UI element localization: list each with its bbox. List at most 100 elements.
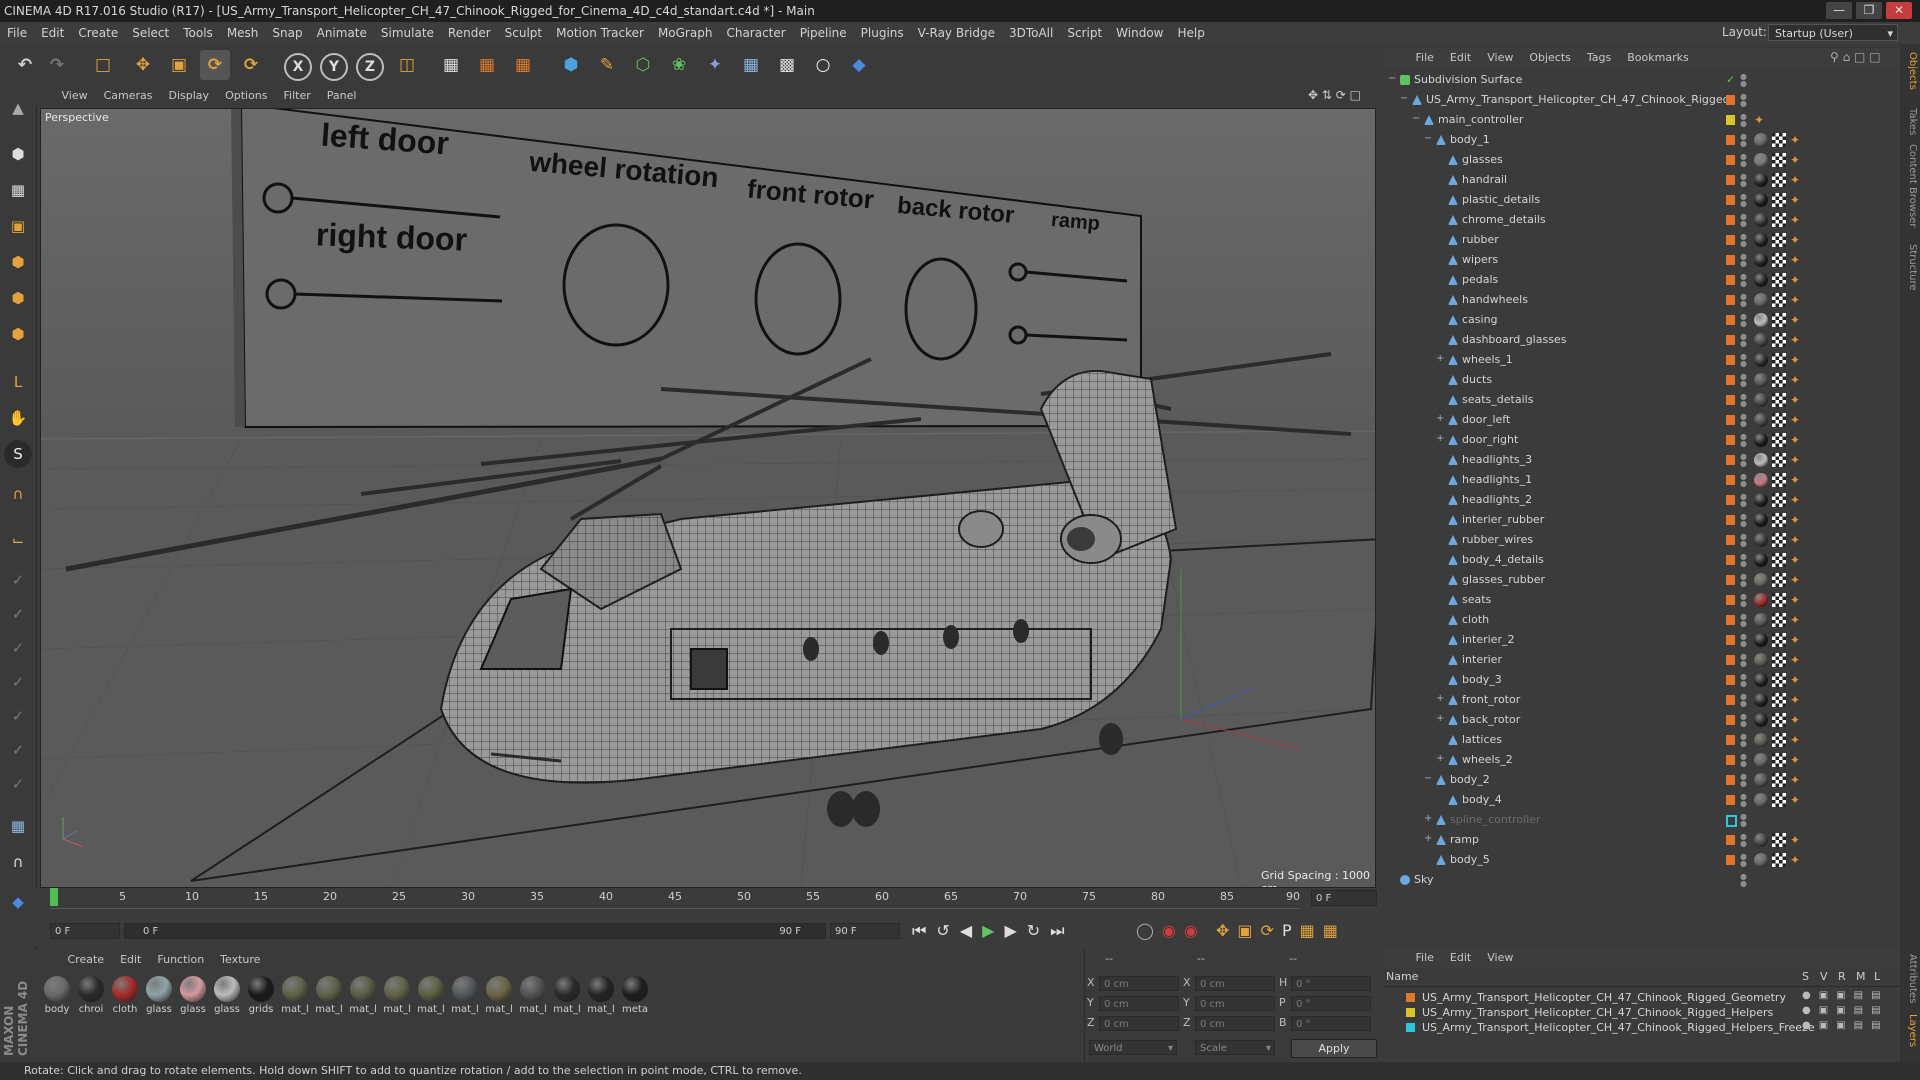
object-row[interactable]: − main_controller ● ● ✦	[1384, 110, 1900, 130]
param-key-icon[interactable]: P	[1282, 921, 1300, 940]
texture-tag-icon[interactable]	[1772, 413, 1786, 427]
texture-tag-icon[interactable]	[1772, 153, 1786, 167]
layer-color-swatch[interactable]	[1726, 95, 1735, 105]
visibility-dots-icon[interactable]: ● ●	[1740, 873, 1747, 888]
viewport-nav-icons[interactable]: ✥ ⇅ ⟳ □	[1308, 88, 1361, 102]
menu-3dtoall[interactable]: 3DToAll	[1002, 22, 1060, 44]
material-tag-icon[interactable]	[1754, 713, 1768, 727]
visibility-dots-icon[interactable]: ● ●	[1740, 173, 1747, 188]
protection-tag-icon[interactable]: ✦	[1790, 153, 1800, 167]
layers-menu-edit[interactable]: Edit	[1442, 948, 1479, 968]
pos-y-field[interactable]: 0 cm	[1099, 996, 1179, 1011]
texture-tag-icon[interactable]	[1772, 633, 1786, 647]
material-swatch[interactable]: body	[42, 976, 72, 1015]
visibility-dots-icon[interactable]: ● ●	[1740, 533, 1747, 548]
material-swatch[interactable]: mat_l	[450, 976, 480, 1015]
objects-menu-objects[interactable]: Objects	[1521, 48, 1579, 68]
object-row[interactable]: rubber_wires ● ● ✦	[1384, 530, 1900, 550]
frame-range-slider[interactable]: 0 F 90 F	[124, 923, 826, 939]
undo-button[interactable]: ↶	[10, 50, 40, 80]
texture-tag-icon[interactable]	[1772, 833, 1786, 847]
layer-color-swatch[interactable]	[1726, 615, 1735, 625]
protection-tag-icon[interactable]: ✦	[1790, 553, 1800, 567]
protection-tag-icon[interactable]: ✦	[1790, 253, 1800, 267]
texture-tag-icon[interactable]	[1772, 773, 1786, 787]
viewport-menu-panel[interactable]: Panel	[319, 86, 365, 106]
object-row[interactable]: body_4 ● ● ✦	[1384, 790, 1900, 810]
material-swatch[interactable]: mat_l	[382, 976, 412, 1015]
model-mode-button[interactable]: ⬢	[4, 140, 32, 168]
apply-button[interactable]: Apply	[1291, 1039, 1377, 1058]
material-swatch[interactable]: mat_l	[484, 976, 514, 1015]
layer-color-swatch[interactable]	[1726, 775, 1735, 785]
floor-button[interactable]: ▦	[736, 50, 766, 80]
layer-color-swatch[interactable]	[1726, 455, 1735, 465]
visibility-dots-icon[interactable]: ● ●	[1740, 193, 1747, 208]
material-tag-icon[interactable]	[1754, 293, 1768, 307]
protection-tag-icon[interactable]: ✦	[1790, 533, 1800, 547]
object-row[interactable]: handwheels ● ● ✦	[1384, 290, 1900, 310]
material-swatch[interactable]: meta	[620, 976, 650, 1015]
visibility-dots-icon[interactable]: ● ●	[1740, 113, 1747, 128]
texture-tag-icon[interactable]	[1772, 373, 1786, 387]
sculpt-tool-3[interactable]: ✓	[4, 634, 32, 662]
material-swatch[interactable]: mat_l	[552, 976, 582, 1015]
rot-p-field[interactable]: 0 °	[1291, 996, 1371, 1011]
size-z-field[interactable]: 0 cm	[1195, 1016, 1275, 1031]
protection-tag-icon[interactable]: ✦	[1790, 193, 1800, 207]
layer-color-swatch[interactable]	[1726, 855, 1735, 865]
visibility-dots-icon[interactable]: ● ●	[1740, 713, 1747, 728]
layer-color-swatch[interactable]	[1726, 695, 1735, 705]
layer-color-swatch[interactable]	[1726, 395, 1735, 405]
layer-color-swatch[interactable]	[1726, 595, 1735, 605]
material-swatch[interactable]: chroi	[76, 976, 106, 1015]
coordinate-mode-dropdown[interactable]: World ▾	[1089, 1040, 1177, 1055]
material-tag-icon[interactable]	[1754, 213, 1768, 227]
layer-color-swatch[interactable]	[1726, 735, 1735, 745]
layer-color-swatch[interactable]	[1726, 435, 1735, 445]
expand-toggle-icon[interactable]: +	[1424, 813, 1432, 824]
material-tag-icon[interactable]	[1754, 273, 1768, 287]
visibility-dots-icon[interactable]: ● ●	[1740, 333, 1747, 348]
visibility-dots-icon[interactable]: ● ●	[1740, 413, 1747, 428]
object-row[interactable]: body_5 ● ● ✦	[1384, 850, 1900, 870]
visibility-dots-icon[interactable]: ● ●	[1740, 153, 1747, 168]
move-key-icon[interactable]: ✥	[1216, 921, 1237, 940]
material-tag-icon[interactable]	[1754, 313, 1768, 327]
protection-tag-icon[interactable]: ✦	[1790, 273, 1800, 287]
menu-character[interactable]: Character	[719, 22, 792, 44]
viewport-menu-filter[interactable]: Filter	[276, 86, 319, 106]
object-row[interactable]: rubber ● ● ✦	[1384, 230, 1900, 250]
3d-viewport[interactable]: Perspective Grid Spacing : 1000 cm left …	[40, 108, 1376, 888]
material-tag-icon[interactable]	[1754, 473, 1768, 487]
current-frame-field[interactable]: 0 F	[50, 923, 120, 939]
protection-tag-icon[interactable]: ✦	[1790, 173, 1800, 187]
texture-tag-icon[interactable]	[1772, 613, 1786, 627]
protection-tag-icon[interactable]: ✦	[1790, 833, 1800, 847]
texture-tag-icon[interactable]	[1772, 553, 1786, 567]
light-button[interactable]: ○	[808, 50, 838, 80]
layer-color-swatch[interactable]	[1726, 755, 1735, 765]
layer-color-swatch[interactable]	[1726, 175, 1735, 185]
rotate-key-icon[interactable]: ⟳	[1261, 921, 1282, 940]
texture-tag-icon[interactable]	[1772, 333, 1786, 347]
play-icon[interactable]: ▶	[982, 921, 1004, 940]
object-row[interactable]: − body_2 ● ● ✦	[1384, 770, 1900, 790]
texture-tag-icon[interactable]	[1772, 453, 1786, 467]
protection-tag-icon[interactable]: ✦	[1790, 673, 1800, 687]
material-tag-icon[interactable]	[1754, 553, 1768, 567]
texture-tag-icon[interactable]	[1772, 293, 1786, 307]
size-x-field[interactable]: 0 cm	[1195, 976, 1275, 991]
layer-row[interactable]: US_Army_Transport_Helicopter_CH_47_Chino…	[1384, 1020, 1900, 1035]
sculpt-tool-1[interactable]: ✓	[4, 566, 32, 594]
protection-tag-icon[interactable]: ✦	[1790, 513, 1800, 527]
object-row[interactable]: body_3 ● ● ✦	[1384, 670, 1900, 690]
material-swatch[interactable]: glass	[212, 976, 242, 1015]
protection-tag-icon[interactable]: ✦	[1790, 853, 1800, 867]
close-button[interactable]: ✕	[1886, 2, 1912, 19]
rotate-tool-button[interactable]: ⟳	[200, 50, 230, 80]
visibility-dots-icon[interactable]: ● ●	[1740, 673, 1747, 688]
layer-color-swatch[interactable]	[1726, 495, 1735, 505]
material-swatch[interactable]: cloth	[110, 976, 140, 1015]
material-tag-icon[interactable]	[1754, 193, 1768, 207]
